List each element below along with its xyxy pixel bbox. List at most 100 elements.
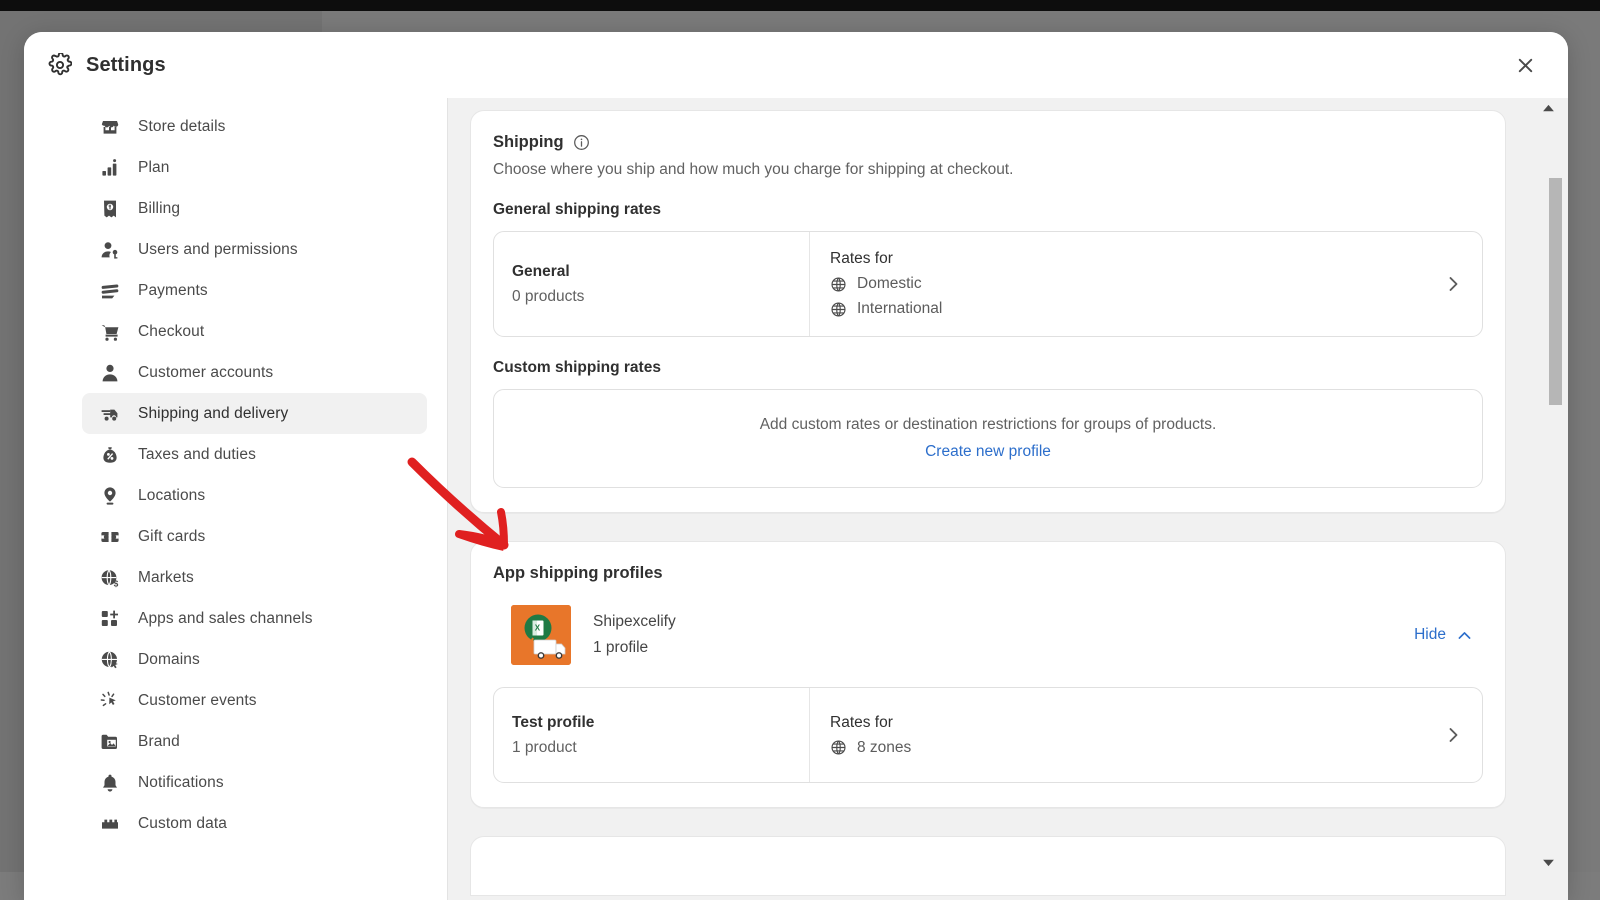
info-icon[interactable] xyxy=(573,134,590,151)
general-profile-left: General 0 products xyxy=(494,232,810,336)
location-pin-icon xyxy=(100,486,120,506)
settings-sidebar[interactable]: Store details Plan Billing Users and permis… xyxy=(24,98,448,900)
app-profile-rates: Rates for 8 zones xyxy=(810,688,1424,782)
sidebar-item-apps-and-sales-channels[interactable]: Apps and sales channels xyxy=(82,598,427,639)
sidebar-item-plan[interactable]: Plan xyxy=(82,147,427,188)
modal-header: Settings xyxy=(24,32,1568,98)
sidebar-item-users-and-permissions[interactable]: Users and permissions xyxy=(82,229,427,270)
app-profile-name: Test profile xyxy=(512,713,595,731)
sidebar-item-label: Domains xyxy=(138,650,200,668)
chevron-right-icon[interactable] xyxy=(1424,232,1482,336)
general-profile-rates: Rates for Domestic International xyxy=(810,232,1424,336)
sidebar-item-label: Store details xyxy=(138,117,226,135)
billing-icon xyxy=(100,199,120,219)
app-profile-list: Test profile 1 product Rates for 8 zones xyxy=(493,687,1483,783)
sidebar-item-custom-data[interactable]: Custom data xyxy=(82,803,427,844)
sidebar-item-shipping-and-delivery[interactable]: Shipping and delivery xyxy=(82,393,427,434)
sidebar-item-billing[interactable]: Billing xyxy=(82,188,427,229)
sidebar-item-label: Payments xyxy=(138,281,208,299)
shipping-card-title-row: Shipping xyxy=(493,133,1483,152)
chevron-up-icon xyxy=(1456,627,1473,644)
close-icon[interactable] xyxy=(1508,48,1542,82)
app-header-row: X Shipexcelify 1 profile Hide xyxy=(493,605,1483,665)
sidebar-item-domains[interactable]: Domains xyxy=(82,639,427,680)
general-zone-list: Domestic International xyxy=(830,268,1414,318)
shipping-subtitle: Choose where you ship and how much you c… xyxy=(493,161,1014,178)
sidebar-item-label: Users and permissions xyxy=(138,240,298,258)
scroll-up-arrow-icon[interactable] xyxy=(1528,98,1568,118)
app-rates-for-label: Rates for xyxy=(830,713,893,731)
sidebar-item-customer-events[interactable]: Customer events xyxy=(82,680,427,721)
domain-globe-icon xyxy=(100,650,120,670)
modal-body: Store details Plan Billing Users and permis… xyxy=(24,98,1568,900)
create-new-profile-link[interactable]: Create new profile xyxy=(925,443,1051,461)
sidebar-item-markets[interactable]: $ Markets xyxy=(82,557,427,598)
users-icon xyxy=(100,240,120,260)
custom-rates-empty-state: Add custom rates or destination restrict… xyxy=(493,389,1483,488)
sidebar-item-gift-cards[interactable]: Gift cards xyxy=(82,516,427,557)
sidebar-item-locations[interactable]: Locations xyxy=(82,475,427,516)
general-zone-item: Domestic xyxy=(830,275,1414,293)
scrollbar-thumb[interactable] xyxy=(1549,178,1562,405)
globe-dollar-icon: $ xyxy=(100,568,120,588)
app-profiles-title: App shipping profiles xyxy=(493,564,663,582)
sidebar-item-label: Notifications xyxy=(138,773,224,791)
payments-icon xyxy=(100,281,120,301)
sidebar-item-store-details[interactable]: Store details xyxy=(82,106,427,147)
sidebar-item-label: Locations xyxy=(138,486,206,504)
app-shipping-profiles-card: App shipping profiles X Shipexcelify 1 p… xyxy=(470,541,1506,808)
gear-icon xyxy=(48,51,73,77)
zone-label: 8 zones xyxy=(857,738,912,756)
truck-icon xyxy=(100,404,120,424)
general-profile-row[interactable]: General 0 products Rates for Domestic Int… xyxy=(493,231,1483,337)
sidebar-item-brand[interactable]: Brand xyxy=(82,721,427,762)
person-icon xyxy=(100,363,120,383)
zone-label: International xyxy=(857,300,943,317)
settings-content-area: Shipping Choose where you ship and how m… xyxy=(448,98,1568,900)
plan-chart-icon xyxy=(100,158,120,178)
page-title: Settings xyxy=(86,53,166,76)
sidebar-item-taxes-and-duties[interactable]: Taxes and duties xyxy=(82,434,427,475)
app-profile-products: 1 product xyxy=(512,738,577,756)
svg-text:$: $ xyxy=(114,578,119,588)
sidebar-item-label: Shipping and delivery xyxy=(138,404,289,422)
app-text-block: Shipexcelify 1 profile xyxy=(593,613,676,657)
content-scrollbar[interactable] xyxy=(1528,98,1568,900)
chevron-right-icon[interactable] xyxy=(1424,688,1482,782)
general-profile-name: General xyxy=(512,262,570,280)
app-zone-item: 8 zones xyxy=(830,739,1414,757)
globe-icon xyxy=(830,301,847,318)
sidebar-item-label: Checkout xyxy=(138,322,205,340)
shipping-card: Shipping Choose where you ship and how m… xyxy=(470,110,1506,513)
gift-card-icon xyxy=(100,527,120,547)
custom-rates-empty-text: Add custom rates or destination restrict… xyxy=(759,416,1217,433)
sidebar-item-label: Custom data xyxy=(138,814,227,832)
scrollbar-track[interactable] xyxy=(1540,120,1562,850)
custom-data-icon xyxy=(100,814,120,834)
sidebar-item-label: Plan xyxy=(138,158,170,176)
svg-text:X: X xyxy=(535,623,541,632)
sidebar-item-label: Customer events xyxy=(138,691,257,709)
brand-image-icon xyxy=(100,732,120,752)
sidebar-item-label: Apps and sales channels xyxy=(138,609,313,627)
general-profile-products: 0 products xyxy=(512,287,585,305)
app-name: Shipexcelify xyxy=(593,613,676,630)
sidebar-item-notifications[interactable]: Notifications xyxy=(82,762,427,803)
hide-toggle-label: Hide xyxy=(1414,626,1446,643)
sidebar-item-customer-accounts[interactable]: Customer accounts xyxy=(82,352,427,393)
scroll-down-arrow-icon[interactable] xyxy=(1528,852,1568,872)
hide-app-profiles-toggle[interactable]: Hide xyxy=(1406,620,1481,650)
apps-grid-icon xyxy=(100,609,120,629)
tax-bag-icon xyxy=(100,445,120,465)
app-profile-count: 1 profile xyxy=(593,639,649,656)
app-profile-row[interactable]: Test profile 1 product Rates for 8 zones xyxy=(493,687,1483,783)
app-profile-left: Test profile 1 product xyxy=(494,688,810,782)
zone-label: Domestic xyxy=(857,275,922,292)
sidebar-item-payments[interactable]: Payments xyxy=(82,270,427,311)
store-icon xyxy=(100,117,120,137)
sidebar-item-label: Markets xyxy=(138,568,194,586)
sidebar-item-checkout[interactable]: Checkout xyxy=(82,311,427,352)
settings-modal: Settings Store details Plan Billing Users a… xyxy=(24,32,1568,900)
cart-icon xyxy=(100,322,120,342)
screen-top-strip xyxy=(0,0,1600,11)
